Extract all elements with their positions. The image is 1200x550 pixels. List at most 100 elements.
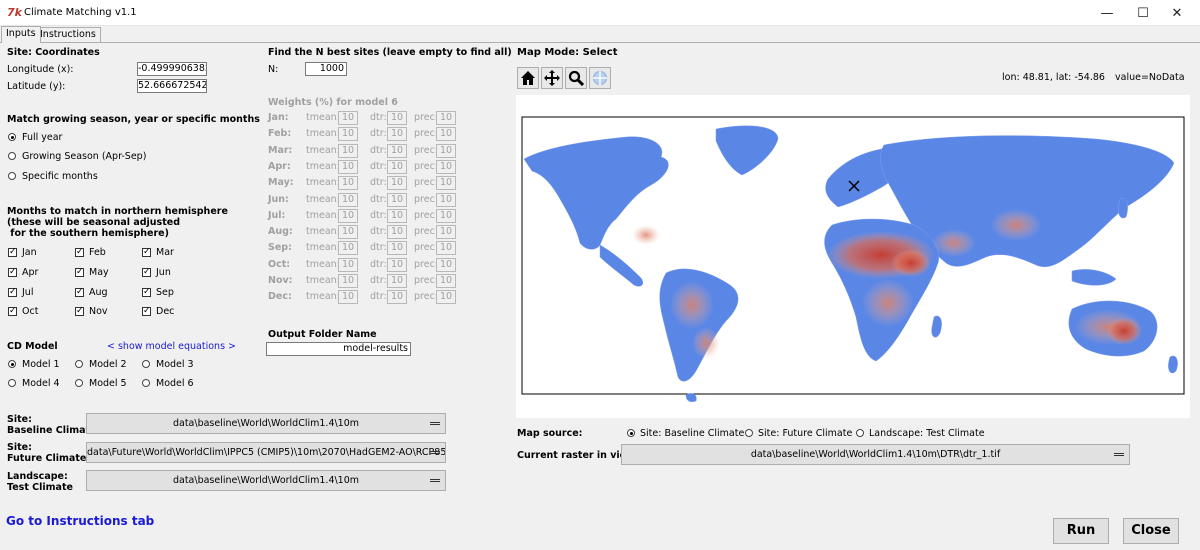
weights-heading: Weights (%) for model 6 [268,97,398,108]
model-4-radio[interactable] [8,379,16,387]
dtr-weight-input[interactable]: 10 [387,192,407,207]
tab-instructions[interactable]: Instructions [35,27,101,43]
dtr-weight-input[interactable]: 10 [387,176,407,191]
prec-weight-input[interactable]: 10 [436,127,456,142]
prec-weight-input[interactable]: 10 [436,192,456,207]
landscape-label-1: Landscape: [7,471,68,482]
prec-label: prec: [414,193,438,205]
dtr-weight-input[interactable]: 10 [387,225,407,240]
tmean-weight-input[interactable]: 10 [338,241,358,256]
dtr-label: dtr: [370,193,387,205]
close-button[interactable]: Close [1123,518,1179,544]
instructions-tab-link[interactable]: Go to Instructions tab [6,514,154,528]
nbest-input[interactable]: 1000 [305,62,347,76]
dtr-weight-input[interactable]: 10 [387,159,407,174]
dtr-weight-input[interactable]: 10 [387,274,407,288]
output-folder-input[interactable]: model-results [266,342,411,356]
baseline-label-1: Site: [7,414,32,425]
month-checkbox-may[interactable]: ✓ [75,268,84,277]
home-button[interactable] [517,67,539,89]
map-canvas[interactable] [516,95,1190,418]
source-future-radio[interactable] [745,429,753,437]
weight-month-label: Jun: [268,193,289,205]
prec-label: prec: [414,128,438,140]
dtr-weight-input[interactable]: 10 [387,241,407,256]
future-climate-value: data\Future\World\WorldClim\IPPC5 (CMIP5… [87,447,446,458]
prec-weight-input[interactable]: 10 [436,208,456,223]
map-mode-label: Map Mode: Select [517,47,618,58]
prec-weight-input[interactable]: 10 [436,257,456,272]
tmean-weight-input[interactable]: 10 [338,225,358,240]
latitude-input[interactable]: 52.6666725426 [137,79,207,93]
tmean-weight-input[interactable]: 10 [338,192,358,207]
prec-weight-input[interactable]: 10 [436,290,456,305]
full-year-radio[interactable] [8,133,16,141]
prec-weight-input[interactable]: 10 [436,274,456,288]
weight-month-label: Jan: [268,112,289,123]
weight-month-label: Feb: [268,128,292,140]
month-checkbox-oct[interactable]: ✓ [8,307,17,316]
model-5-radio[interactable] [75,379,83,387]
dtr-weight-input[interactable]: 10 [387,127,407,142]
run-button[interactable]: Run [1053,518,1109,544]
source-baseline-radio[interactable] [627,429,635,437]
raster-select[interactable]: data\baseline\World\WorldClim1.4\10m\DTR… [621,444,1130,465]
pan-button[interactable] [541,67,563,89]
landscape-climate-select[interactable]: data\baseline\World\WorldClim1.4\10m [86,470,446,491]
baseline-climate-value: data\baseline\World\WorldClim1.4\10m [172,418,360,429]
month-checkbox-jul[interactable]: ✓ [8,288,17,297]
dtr-weight-input[interactable]: 10 [387,208,407,223]
prec-weight-input[interactable]: 10 [436,143,456,158]
dtr-weight-input[interactable]: 10 [387,111,407,125]
tmean-weight-input[interactable]: 10 [338,143,358,158]
dtr-weight-input[interactable]: 10 [387,290,407,305]
month-checkbox-jan[interactable]: ✓ [8,248,17,257]
tmean-weight-input[interactable]: 10 [338,274,358,288]
tmean-label: tmean: [306,258,340,270]
month-checkbox-dec[interactable]: ✓ [142,307,151,316]
longitude-input[interactable]: -0.499990638576 [137,62,207,76]
prec-label: prec: [414,242,438,254]
tmean-weight-input[interactable]: 10 [338,159,358,174]
tmean-weight-input[interactable]: 10 [338,127,358,142]
tmean-weight-input[interactable]: 10 [338,208,358,223]
prec-weight-input[interactable]: 10 [436,225,456,240]
tmean-weight-input[interactable]: 10 [338,176,358,191]
tmean-weight-input[interactable]: 10 [338,257,358,272]
tmean-weight-input[interactable]: 10 [338,111,358,125]
dtr-weight-input[interactable]: 10 [387,143,407,158]
tmean-label: tmean: [306,209,340,221]
dtr-weight-input[interactable]: 10 [387,257,407,272]
site-coords-heading: Site: Coordinates [7,47,100,58]
month-checkbox-mar[interactable]: ✓ [142,248,151,257]
zoom-button[interactable] [565,67,587,89]
model-6-radio[interactable] [142,379,150,387]
show-equations-link[interactable]: < show model equations > [107,341,236,352]
future-climate-select[interactable]: data\Future\World\WorldClim\IPPC5 (CMIP5… [86,442,446,463]
source-baseline-label: Site: Baseline Climate [640,428,745,439]
close-window-button[interactable]: ✕ [1154,0,1200,26]
month-checkbox-sep[interactable]: ✓ [142,288,151,297]
month-checkbox-aug[interactable]: ✓ [75,288,84,297]
specific-months-radio[interactable] [8,172,16,180]
prec-weight-input[interactable]: 10 [436,241,456,256]
source-landscape-radio[interactable] [856,429,864,437]
select-button[interactable] [589,67,611,89]
weight-month-label: May: [268,177,294,189]
tmean-label: tmean: [306,275,340,286]
month-checkbox-apr[interactable]: ✓ [8,268,17,277]
tmean-weight-input[interactable]: 10 [338,290,358,305]
prec-weight-input[interactable]: 10 [436,111,456,125]
month-checkbox-feb[interactable]: ✓ [75,248,84,257]
growing-season-radio[interactable] [8,152,16,160]
model-1-radio[interactable] [8,360,16,368]
tab-inputs[interactable]: Inputs [1,26,41,43]
model-2-radio[interactable] [75,360,83,368]
prec-weight-input[interactable]: 10 [436,176,456,191]
baseline-climate-select[interactable]: data\baseline\World\WorldClim1.4\10m [86,413,446,434]
prec-label: prec: [414,112,438,123]
month-checkbox-jun[interactable]: ✓ [142,268,151,277]
month-checkbox-nov[interactable]: ✓ [75,307,84,316]
prec-weight-input[interactable]: 10 [436,159,456,174]
model-3-radio[interactable] [142,360,150,368]
